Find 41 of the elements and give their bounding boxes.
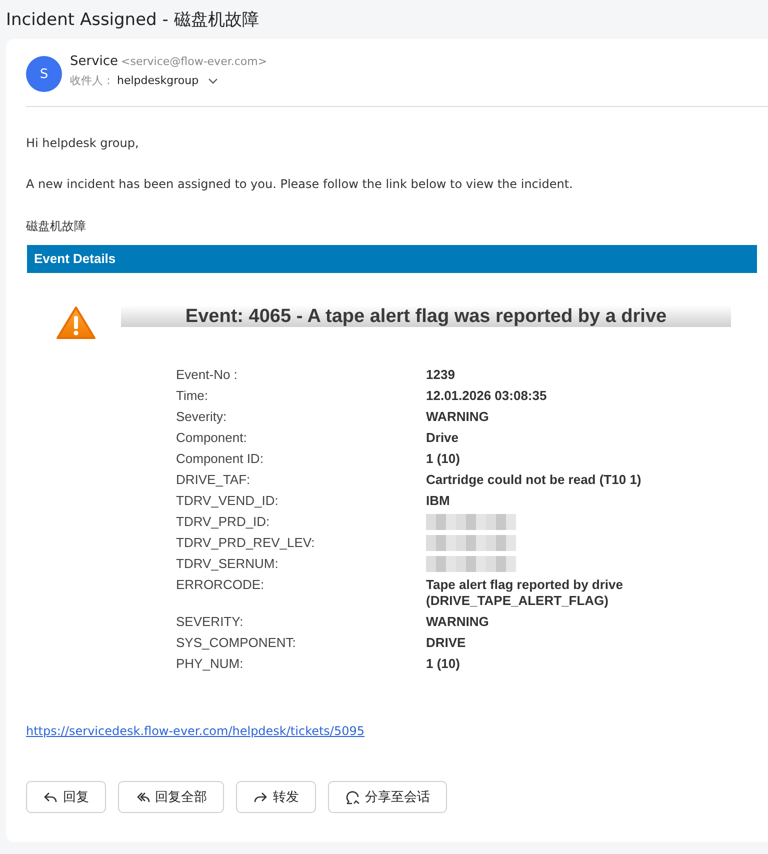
- field-label: Event-No :: [176, 367, 238, 383]
- field-value: Tape alert flag reported by drive (DRIVE_TAPE_ALERT_FLAG): [426, 577, 624, 609]
- action-button[interactable]: 回复全部: [118, 781, 224, 813]
- sender-address: <service@flow-ever.com>: [121, 55, 268, 68]
- field-label: Time:: [176, 388, 210, 404]
- avatar: S: [26, 56, 62, 92]
- field-label: TDRV_PRD_ID:: [176, 514, 271, 530]
- field-value: DRIVE: [426, 635, 467, 651]
- field-value: WARNING: [426, 409, 490, 425]
- window-title: Incident Assigned - 磁盘机故障: [5, 9, 260, 32]
- field-label: TDRV_VEND_ID:: [176, 493, 280, 509]
- field-value: WARNING: [426, 614, 490, 630]
- message-text: A new incident has been assigned to you. Please follow the link below to view the incident.: [26, 177, 574, 193]
- field-label: Severity:: [176, 409, 228, 425]
- recipient-name[interactable]: helpdeskgroup: [117, 74, 199, 87]
- greeting-text: Hi helpdesk group,: [26, 136, 140, 152]
- field-label: SEVERITY:: [176, 614, 244, 630]
- field-label: PHY_NUM:: [176, 656, 244, 672]
- field-value: 1239: [426, 367, 456, 383]
- field-label: DRIVE_TAF:: [176, 472, 252, 488]
- action-button[interactable]: 分享至会话: [328, 781, 447, 813]
- field-label: ERRORCODE:: [176, 577, 266, 594]
- subject-text: 磁盘机故障: [26, 218, 87, 235]
- field-value: Drive: [426, 430, 460, 446]
- recipient-label: 收件人：: [70, 73, 114, 88]
- field-value: Cartridge could not be read (T10 1): [426, 472, 642, 488]
- action-button[interactable]: 回复: [26, 781, 106, 813]
- field-value: 1 (10): [426, 656, 461, 672]
- field-value: 12.01.2026 03:08:35: [426, 388, 548, 404]
- field-label: Component:: [176, 430, 248, 446]
- field-label: TDRV_SERNUM:: [176, 556, 280, 572]
- field-value: 1 (10): [426, 451, 461, 467]
- field-label: Component ID:: [176, 451, 264, 467]
- section-title: Event Details: [34, 251, 116, 266]
- action-button[interactable]: 转发: [236, 781, 316, 813]
- field-value: IBM: [426, 493, 451, 509]
- field-label: TDRV_PRD_REV_LEV:: [176, 535, 316, 551]
- field-label: SYS_COMPONENT:: [176, 635, 297, 651]
- event-headline: Event: 4065 - A tape alert flag was reported by a drive: [185, 306, 667, 328]
- ticket-link[interactable]: https://servicedesk.flow-ever.com/helpdesk/tickets/5095: [26, 724, 365, 738]
- sender-name: Service: [70, 54, 118, 69]
